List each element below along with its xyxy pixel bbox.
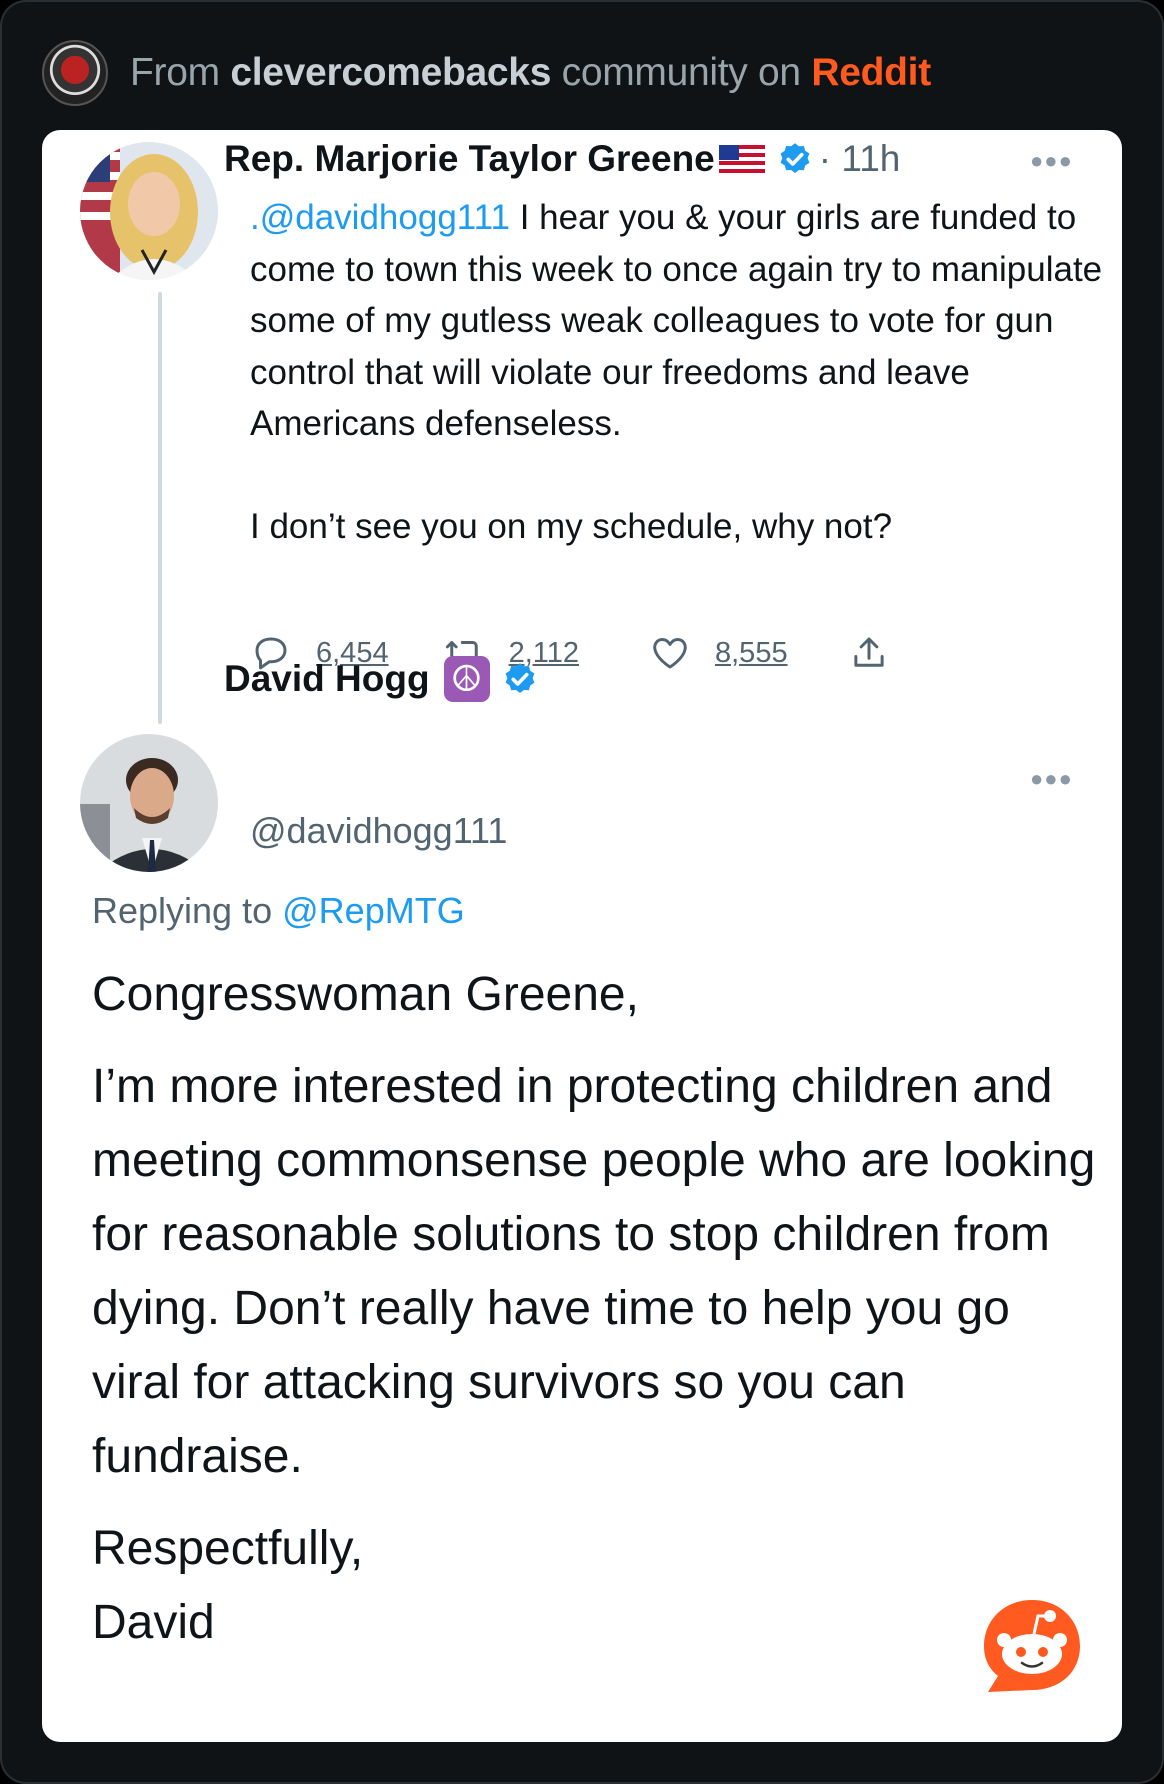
reply-signature: David bbox=[92, 1596, 215, 1649]
reply-greeting: Congresswoman Greene, bbox=[92, 968, 639, 1021]
tweet-mention-link[interactable]: .@davidhogg111 bbox=[250, 198, 510, 237]
like-count[interactable]: 8,555 bbox=[715, 637, 788, 670]
paragraph-spacer bbox=[250, 450, 1110, 502]
source-header: From clevercomebacks community on Reddit bbox=[42, 40, 931, 106]
tweet-author-name[interactable]: Rep. Marjorie Taylor Greene bbox=[224, 138, 715, 180]
mtg-avatar[interactable] bbox=[80, 142, 218, 280]
hogg-avatar[interactable] bbox=[80, 734, 218, 872]
reply-author-row: David Hogg ☮ bbox=[224, 656, 538, 702]
tweet-paragraph: .@davidhogg111 I hear you & your girls a… bbox=[250, 192, 1110, 450]
verified-badge-icon bbox=[777, 141, 813, 177]
tweet-screenshot-card: Rep. Marjorie Taylor Greene · 11h ●●● .@… bbox=[42, 130, 1122, 1742]
like-button[interactable]: 8,555 bbox=[649, 632, 788, 674]
community-name[interactable]: clevercomebacks bbox=[230, 51, 551, 94]
tweet-author-row: Rep. Marjorie Taylor Greene · 11h bbox=[224, 138, 900, 180]
tweet-second-paragraph: I don’t see you on my schedule, why not? bbox=[250, 507, 893, 546]
peace-symbol-icon: ☮ bbox=[443, 656, 490, 702]
platform-name[interactable]: Reddit bbox=[811, 51, 931, 94]
replying-to-line: Replying to @RepMTG bbox=[92, 890, 465, 932]
us-flag-icon bbox=[718, 145, 765, 173]
reply-main-paragraph: I’m more interested in protecting childr… bbox=[92, 1060, 1096, 1483]
community-avatar[interactable] bbox=[42, 40, 108, 106]
source-middle: community on bbox=[561, 51, 801, 94]
more-options-icon[interactable]: ●●● bbox=[1030, 148, 1073, 174]
verified-badge-icon bbox=[502, 661, 538, 697]
share-button[interactable] bbox=[848, 632, 890, 674]
more-options-icon[interactable]: ●●● bbox=[1030, 766, 1073, 792]
reply-signoff: Respectfully, bbox=[92, 1522, 364, 1575]
reply-author-handle[interactable]: @davidhogg111 bbox=[250, 810, 507, 852]
heart-icon bbox=[649, 632, 691, 674]
tweet-timestamp[interactable]: · 11h bbox=[819, 138, 901, 180]
tweet-body: .@davidhogg111 I hear you & your girls a… bbox=[250, 192, 1110, 553]
share-icon bbox=[848, 632, 890, 674]
replying-to-link[interactable]: @RepMTG bbox=[282, 890, 465, 931]
source-caption: From clevercomebacks community on Reddit bbox=[130, 51, 931, 95]
reddit-snoo-icon[interactable] bbox=[980, 1596, 1084, 1696]
thread-connector-line bbox=[158, 292, 162, 724]
reddit-share-frame: From clevercomebacks community on Reddit bbox=[0, 0, 1164, 1784]
reply-body: Congresswoman Greene, I’m more intereste… bbox=[92, 958, 1102, 1678]
source-prefix: From bbox=[130, 51, 220, 94]
replying-prefix: Replying to bbox=[92, 890, 273, 931]
reply-author-name[interactable]: David Hogg bbox=[224, 658, 430, 700]
